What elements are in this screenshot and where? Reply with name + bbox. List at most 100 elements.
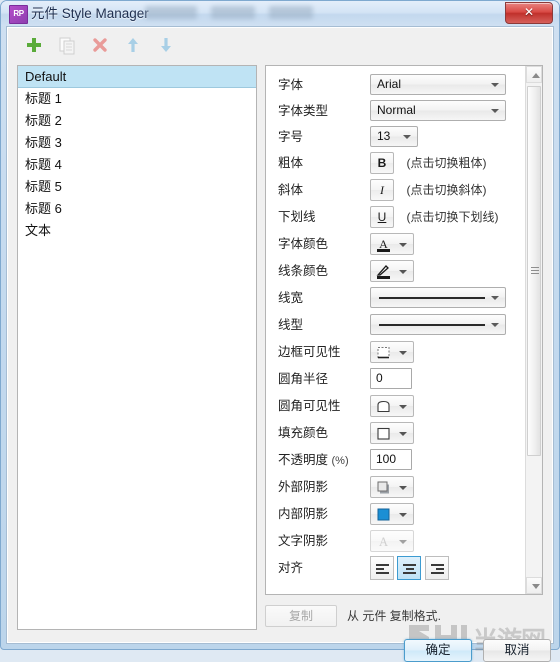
row-control <box>370 503 414 525</box>
properties-scrollbar[interactable] <box>525 66 542 594</box>
chevron-down-icon <box>491 83 499 87</box>
row-control <box>370 287 506 308</box>
outer-shadow-picker[interactable] <box>370 476 414 498</box>
row-label: 下划线 <box>278 210 316 224</box>
row-control: Arial <box>370 74 506 95</box>
row-label: 圆角可见性 <box>278 399 341 413</box>
align-right-button[interactable] <box>424 556 449 580</box>
scroll-up-button[interactable] <box>526 66 542 83</box>
row-control: 100 <box>370 449 412 470</box>
list-item[interactable]: 标题 1 <box>18 88 256 110</box>
align-center-button[interactable] <box>397 556 422 580</box>
ok-button[interactable]: 确定 <box>404 639 472 662</box>
row-control <box>370 422 414 444</box>
font-size-value: 13 <box>377 129 391 143</box>
close-button[interactable]: ✕ <box>505 2 553 24</box>
chevron-down-icon <box>399 243 407 247</box>
row-label: 文字阴影 <box>278 534 329 548</box>
property-row-font-color: 字体颜色 A <box>266 231 525 257</box>
opacity-input[interactable]: 100 <box>370 449 412 470</box>
line-style-select[interactable] <box>370 314 506 335</box>
triangle-down-icon <box>532 584 540 589</box>
move-down-button[interactable] <box>155 34 177 56</box>
row-control <box>370 476 414 498</box>
property-row-font-style: 字体类型 Normal <box>266 98 525 124</box>
list-item[interactable]: 标题 2 <box>18 110 256 132</box>
font-size-select[interactable]: 13 <box>370 126 418 147</box>
grip-icon <box>531 267 539 276</box>
row-control: A <box>370 530 414 552</box>
chevron-down-icon <box>491 296 499 300</box>
text-shadow-icon: A <box>379 535 388 549</box>
corner-visibility-icon <box>377 400 390 413</box>
copy-format-note: 从 元件 复制格式. <box>347 609 442 623</box>
list-item-default[interactable]: Default <box>18 66 256 88</box>
row-label: 字体颜色 <box>278 237 329 251</box>
corner-radius-input[interactable]: 0 <box>370 368 412 389</box>
row-label: 外部阴影 <box>278 480 329 494</box>
line-width-select[interactable] <box>370 287 506 308</box>
property-row-line-width: 线宽 <box>266 285 525 311</box>
window-title: 元件 Style Manager <box>31 6 149 21</box>
chevron-down-icon <box>491 109 499 113</box>
line-preview <box>379 324 485 326</box>
scroll-down-button[interactable] <box>526 577 542 594</box>
row-label: 圆角半径 <box>278 372 329 386</box>
text-shadow-picker[interactable]: A <box>370 530 414 552</box>
row-control <box>370 556 449 580</box>
bold-toggle-button[interactable]: B <box>370 152 394 174</box>
add-style-button[interactable] <box>23 34 45 56</box>
move-up-button[interactable] <box>122 34 144 56</box>
alignment-button-group <box>370 556 449 580</box>
font-color-picker[interactable]: A <box>370 233 414 255</box>
svg-text:A: A <box>379 535 388 549</box>
property-row-italic: 斜体 I (点击切换斜体) <box>266 177 525 203</box>
inner-shadow-icon <box>377 508 390 521</box>
font-family-select[interactable]: Arial <box>370 74 506 95</box>
delete-style-button[interactable] <box>89 34 111 56</box>
row-control: 13 <box>370 126 418 147</box>
corner-visibility-picker[interactable] <box>370 395 414 417</box>
chevron-down-icon <box>399 540 407 544</box>
font-style-value: Normal <box>377 103 416 117</box>
scrollbar-thumb[interactable] <box>527 86 541 456</box>
properties-scroll-area: 字体 Arial 字体类型 Normal 字号 13 粗体 B (点击切换粗体)… <box>266 66 525 594</box>
font-style-select[interactable]: Normal <box>370 100 506 121</box>
title-bar: RP 元件 Style Manager ✕ <box>1 1 559 26</box>
row-control: A <box>370 233 414 255</box>
row-label: 内部阴影 <box>278 507 329 521</box>
fill-color-picker[interactable] <box>370 422 414 444</box>
plus-icon <box>27 38 41 52</box>
list-item[interactable]: 标题 4 <box>18 154 256 176</box>
underline-toggle-button[interactable]: U <box>370 206 394 228</box>
row-control <box>370 395 414 417</box>
property-row-corner-visibility: 圆角可见性 <box>266 393 525 419</box>
app-icon: RP <box>9 5 28 24</box>
copy-format-button[interactable]: 复制 <box>265 605 337 627</box>
italic-toggle-button[interactable]: I <box>370 179 394 201</box>
border-visibility-picker[interactable] <box>370 341 414 363</box>
list-item[interactable]: 标题 3 <box>18 132 256 154</box>
line-color-picker[interactable] <box>370 260 414 282</box>
style-list[interactable]: Default 标题 1 标题 2 标题 3 标题 4 标题 5 标题 6 文本 <box>17 65 257 630</box>
svg-text:A: A <box>379 237 388 251</box>
list-item[interactable]: 文本 <box>18 220 256 242</box>
property-row-line-color: 线条颜色 <box>266 258 525 284</box>
triangle-up-icon <box>532 73 540 78</box>
opacity-unit: (%) <box>331 455 349 467</box>
list-item[interactable]: 标题 6 <box>18 198 256 220</box>
chevron-down-icon <box>399 432 407 436</box>
align-left-button[interactable] <box>370 556 394 580</box>
cancel-button[interactable]: 取消 <box>483 639 551 662</box>
property-row-outer-shadow: 外部阴影 <box>266 474 525 500</box>
duplicate-style-button[interactable] <box>56 34 78 56</box>
property-row-fill-color: 填充颜色 <box>266 420 525 446</box>
chevron-down-icon <box>399 405 407 409</box>
property-row-line-style: 线型 <box>266 312 525 338</box>
inner-shadow-picker[interactable] <box>370 503 414 525</box>
row-label: 对齐 <box>278 561 304 575</box>
row-control: U (点击切换下划线) <box>370 206 498 228</box>
row-label: 斜体 <box>278 183 304 197</box>
list-item[interactable]: 标题 5 <box>18 176 256 198</box>
row-control: I (点击切换斜体) <box>370 179 486 201</box>
